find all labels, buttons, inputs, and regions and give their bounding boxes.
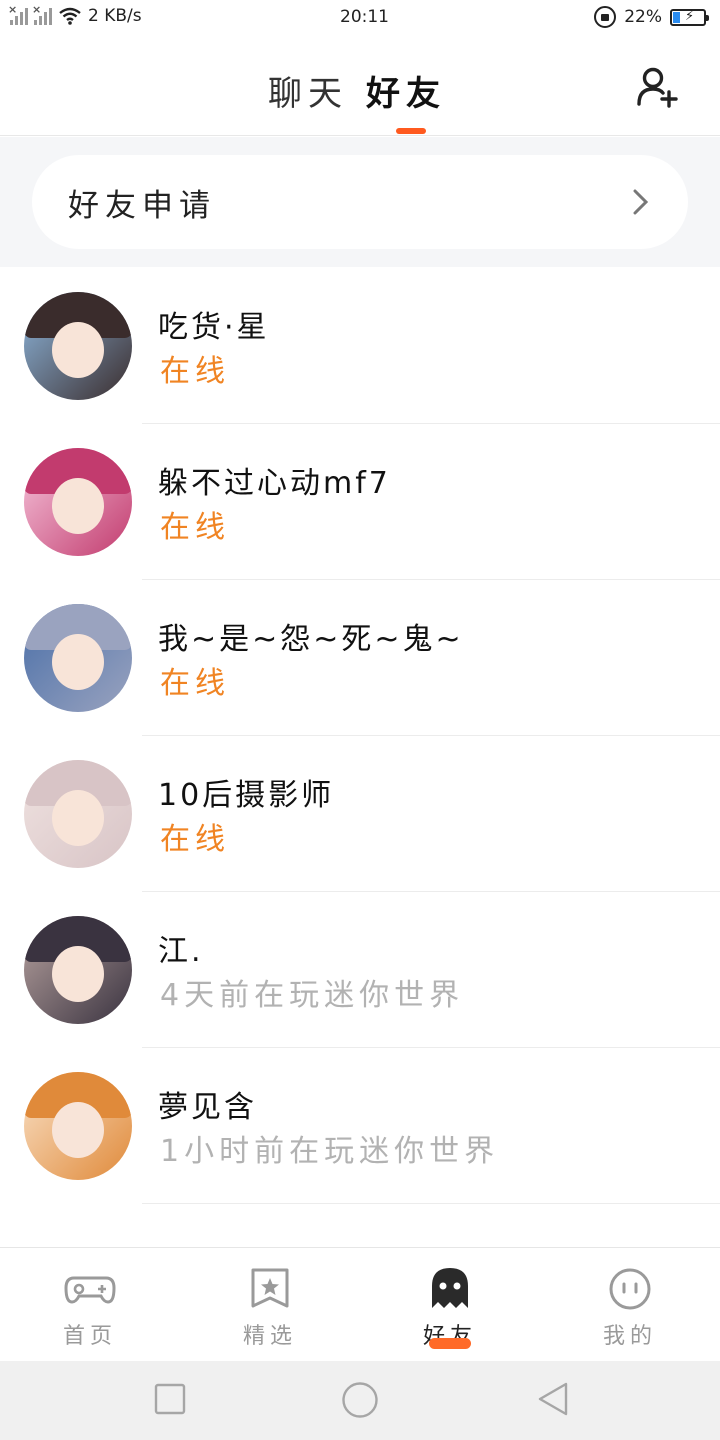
avatar[interactable] <box>24 604 132 712</box>
avatar[interactable] <box>24 448 132 556</box>
back-icon[interactable] <box>536 1381 570 1417</box>
friend-requests-band: 好友申请 <box>0 137 720 267</box>
friend-row[interactable]: 我~是~怨~死~鬼~ 在线 <box>0 580 720 736</box>
avatar-face <box>52 478 104 534</box>
friend-status: 在线 <box>160 822 230 857</box>
signal-2-icon: × <box>32 3 52 25</box>
nav-featured[interactable]: 精选 <box>180 1248 360 1362</box>
battery-fill <box>673 11 680 23</box>
star-bookmark-icon <box>251 1268 289 1308</box>
home-icon[interactable] <box>341 1381 379 1419</box>
avatar-face <box>52 322 104 378</box>
tab-friends[interactable]: 好友 <box>366 66 446 115</box>
friend-status: 在线 <box>160 354 230 389</box>
bottom-nav: 首页 精选 好友 我的 <box>0 1247 720 1361</box>
charging-bolt-icon: ⚡ <box>685 8 695 24</box>
nav-me[interactable]: 我的 <box>540 1248 720 1362</box>
chevron-right-icon <box>633 189 649 215</box>
friend-name: 我~是~怨~死~鬼~ <box>158 622 464 657</box>
avatar-face <box>52 634 104 690</box>
header: 聊天 好友 <box>0 36 720 136</box>
system-nav-bar <box>0 1361 720 1440</box>
friend-status: 1小时前在玩迷你世界 <box>160 1134 500 1169</box>
friend-status: 在线 <box>160 510 230 545</box>
friend-row[interactable]: 10后摄影师 在线 <box>0 736 720 892</box>
wifi-icon <box>59 7 81 25</box>
friend-name: 10后摄影师 <box>158 778 335 813</box>
avatar-face <box>52 946 104 1002</box>
avatar-face <box>52 790 104 846</box>
friend-name: 江. <box>158 934 204 969</box>
friend-list: 吃货·星 在线 躲不过心动mf7 在线 我~是~怨~死~鬼~ 在线 10后摄影师 在线 江. 4天… <box>0 268 720 1246</box>
gamepad-icon <box>64 1276 116 1304</box>
friend-row[interactable]: 夢见含 1小时前在玩迷你世界 <box>0 1048 720 1204</box>
status-right: 22% ⚡ <box>594 6 709 28</box>
ghost-icon <box>432 1268 468 1308</box>
nav-me-label: 我的 <box>602 1324 657 1349</box>
nav-featured-label: 精选 <box>242 1324 297 1349</box>
avatar[interactable] <box>24 1072 132 1180</box>
friend-requests-label: 好友申请 <box>68 187 216 224</box>
nav-home-label: 首页 <box>62 1324 117 1349</box>
tab-chat[interactable]: 聊天 <box>268 66 348 115</box>
recent-apps-icon[interactable] <box>154 1383 186 1415</box>
face-icon <box>609 1268 651 1310</box>
battery-percent: 22% <box>624 7 662 27</box>
friend-status: 4天前在玩迷你世界 <box>160 978 465 1013</box>
net-speed: 2 KB/s <box>88 6 142 26</box>
friend-row[interactable]: 吃货·星在线 <box>0 268 720 424</box>
clock: 20:11 <box>340 7 389 27</box>
signal-1-icon: × <box>8 3 28 25</box>
nav-friends[interactable]: 好友 <box>360 1248 540 1362</box>
avatar[interactable] <box>24 292 132 400</box>
friend-name: 夢见含 <box>158 1090 257 1125</box>
friend-name: 吃货·星 <box>158 310 270 345</box>
friend-row[interactable]: 江. 4天前在玩迷你世界 <box>0 892 720 1048</box>
friend-name: 躲不过心动mf7 <box>158 466 391 501</box>
avatar[interactable] <box>24 760 132 868</box>
friend-status: 在线 <box>160 666 230 701</box>
friend-row[interactable]: 躲不过心动mf7 在线 <box>0 424 720 580</box>
battery-icon: ⚡ <box>670 8 709 26</box>
status-left: × × 2 KB/s <box>8 3 142 26</box>
avatar-face <box>52 1102 104 1158</box>
row-divider <box>142 1203 720 1204</box>
status-bar: × × 2 KB/s 20:11 22% ⚡ <box>0 0 720 36</box>
nav-home[interactable]: 首页 <box>0 1248 180 1362</box>
active-tab-indicator <box>396 128 426 134</box>
rotation-lock-icon <box>594 6 617 28</box>
add-user-icon[interactable] <box>636 66 678 108</box>
friend-requests-button[interactable]: 好友申请 <box>32 155 688 249</box>
nav-active-indicator <box>429 1338 471 1349</box>
avatar[interactable] <box>24 916 132 1024</box>
